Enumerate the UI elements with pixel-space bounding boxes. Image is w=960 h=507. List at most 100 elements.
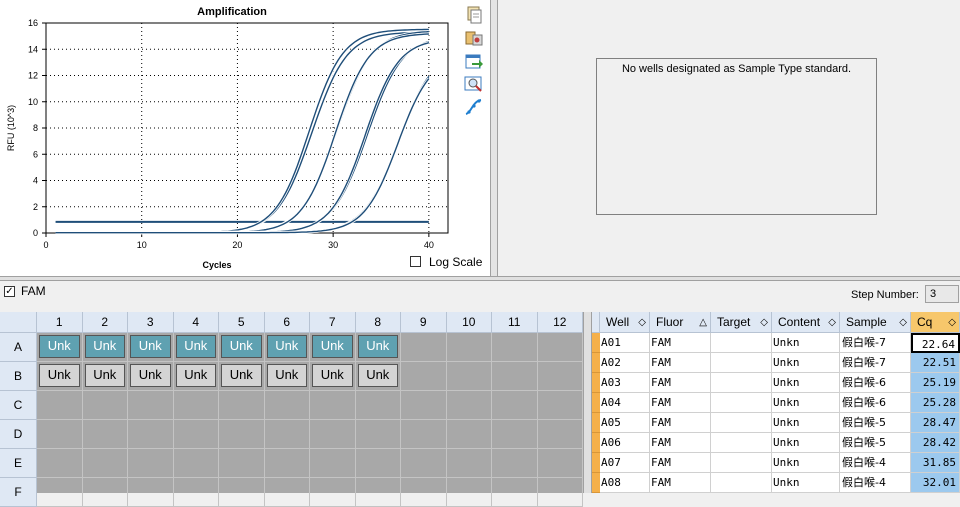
- cell-content[interactable]: Unkn: [772, 393, 840, 413]
- plate-well-cell[interactable]: [492, 449, 538, 478]
- plate-well-cell[interactable]: [310, 420, 356, 449]
- plate-well-cell[interactable]: [128, 449, 174, 478]
- well-A7[interactable]: Unk: [312, 335, 353, 358]
- cell-target[interactable]: [711, 353, 772, 373]
- well-B4[interactable]: Unk: [175, 364, 216, 387]
- plate-well-cell[interactable]: [446, 333, 492, 362]
- cell-well[interactable]: A07: [600, 453, 650, 473]
- plate-well-cell[interactable]: [446, 391, 492, 420]
- plate-well-cell[interactable]: [401, 391, 447, 420]
- cell-target[interactable]: [711, 373, 772, 393]
- well-A3[interactable]: Unk: [130, 335, 171, 358]
- plate-well-cell[interactable]: Unk: [310, 362, 356, 391]
- plate-well-cell[interactable]: [128, 420, 174, 449]
- plate-well-cell[interactable]: [219, 420, 265, 449]
- column-header-fluor[interactable]: Fluor △: [650, 312, 711, 333]
- vertical-splitter[interactable]: [490, 0, 498, 276]
- well-A1[interactable]: Unk: [39, 335, 80, 358]
- plate-well-cell[interactable]: [173, 449, 219, 478]
- cell-cq[interactable]: 22.51: [911, 353, 960, 373]
- cell-target[interactable]: [711, 413, 772, 433]
- cell-sample[interactable]: 假白喉-6: [840, 373, 911, 393]
- plate-column-header[interactable]: 1: [37, 312, 83, 333]
- column-header-well[interactable]: Well ◇: [600, 312, 650, 333]
- column-header-cq[interactable]: Cq ◇: [911, 312, 960, 333]
- plate-well-cell[interactable]: [37, 449, 83, 478]
- well-B6[interactable]: Unk: [266, 364, 307, 387]
- plate-row-header[interactable]: B: [0, 362, 37, 391]
- plate-well-cell[interactable]: [492, 362, 538, 391]
- column-header-target[interactable]: Target ◇: [711, 312, 772, 333]
- plate-well-cell[interactable]: Unk: [82, 333, 128, 362]
- well-B7[interactable]: Unk: [312, 364, 353, 387]
- plate-column-header[interactable]: 4: [173, 312, 219, 333]
- plate-well-cell[interactable]: Unk: [37, 333, 83, 362]
- zoom-icon[interactable]: [464, 75, 484, 93]
- cell-sample[interactable]: 假白喉-4: [840, 473, 911, 493]
- cell-fluor[interactable]: FAM: [650, 373, 711, 393]
- cell-target[interactable]: [711, 433, 772, 453]
- paste-settings-icon[interactable]: [464, 29, 484, 47]
- plate-well-cell[interactable]: [264, 391, 310, 420]
- cell-fluor[interactable]: FAM: [650, 473, 711, 493]
- plate-well-cell[interactable]: Unk: [355, 362, 401, 391]
- cell-fluor[interactable]: FAM: [650, 333, 711, 353]
- cell-fluor[interactable]: FAM: [650, 393, 711, 413]
- plate-well-cell[interactable]: [37, 391, 83, 420]
- cell-cq[interactable]: 25.28: [911, 393, 960, 413]
- plate-column-header[interactable]: 8: [355, 312, 401, 333]
- well-A5[interactable]: Unk: [221, 335, 262, 358]
- plate-well-cell[interactable]: [492, 391, 538, 420]
- cell-well[interactable]: A06: [600, 433, 650, 453]
- plate-column-header[interactable]: 5: [219, 312, 265, 333]
- plate-well-cell[interactable]: Unk: [37, 362, 83, 391]
- cell-cq[interactable]: 32.01: [911, 473, 960, 493]
- plate-well-cell[interactable]: [310, 449, 356, 478]
- cell-content[interactable]: Unkn: [772, 433, 840, 453]
- plate-well-cell[interactable]: [537, 333, 583, 362]
- plate-column-header[interactable]: 3: [128, 312, 174, 333]
- plate-well-cell[interactable]: [173, 420, 219, 449]
- plate-well-cell[interactable]: Unk: [310, 333, 356, 362]
- plate-row-header[interactable]: C: [0, 391, 37, 420]
- well-A6[interactable]: Unk: [266, 335, 307, 358]
- step-number-field[interactable]: 3: [925, 285, 959, 303]
- row-marker[interactable]: [592, 453, 600, 473]
- cell-well[interactable]: A02: [600, 353, 650, 373]
- plate-well-cell[interactable]: Unk: [264, 333, 310, 362]
- plate-well-cell[interactable]: [264, 420, 310, 449]
- plate-well-cell[interactable]: [128, 391, 174, 420]
- plate-well-cell[interactable]: [537, 420, 583, 449]
- plate-row-header[interactable]: D: [0, 420, 37, 449]
- cell-target[interactable]: [711, 453, 772, 473]
- cell-sample[interactable]: 假白喉-6: [840, 393, 911, 413]
- cell-fluor[interactable]: FAM: [650, 413, 711, 433]
- well-B2[interactable]: Unk: [84, 364, 125, 387]
- row-marker[interactable]: [592, 433, 600, 453]
- plate-corner-header[interactable]: [0, 312, 37, 333]
- cell-well[interactable]: A01: [600, 333, 650, 353]
- plate-well-cell[interactable]: [82, 449, 128, 478]
- cell-cq[interactable]: 31.85: [911, 453, 960, 473]
- log-scale-checkbox[interactable]: [410, 256, 421, 267]
- plate-column-header[interactable]: 10: [446, 312, 492, 333]
- cell-target[interactable]: [711, 333, 772, 353]
- row-marker[interactable]: [592, 393, 600, 413]
- plate-well-cell[interactable]: [537, 449, 583, 478]
- plate-column-header[interactable]: 9: [401, 312, 447, 333]
- well-B5[interactable]: Unk: [221, 364, 262, 387]
- cell-content[interactable]: Unkn: [772, 413, 840, 433]
- cell-target[interactable]: [711, 393, 772, 413]
- plate-well-cell[interactable]: Unk: [173, 362, 219, 391]
- plate-well-cell[interactable]: [355, 449, 401, 478]
- cell-well[interactable]: A05: [600, 413, 650, 433]
- well-A2[interactable]: Unk: [84, 335, 125, 358]
- plate-column-header[interactable]: 12: [537, 312, 583, 333]
- plate-well-cell[interactable]: Unk: [264, 362, 310, 391]
- plate-well-cell[interactable]: [401, 420, 447, 449]
- plate-column-header[interactable]: 6: [264, 312, 310, 333]
- cell-well[interactable]: A04: [600, 393, 650, 413]
- column-header-content[interactable]: Content ◇: [772, 312, 840, 333]
- cell-content[interactable]: Unkn: [772, 333, 840, 353]
- fam-checkbox[interactable]: ✓: [4, 286, 15, 297]
